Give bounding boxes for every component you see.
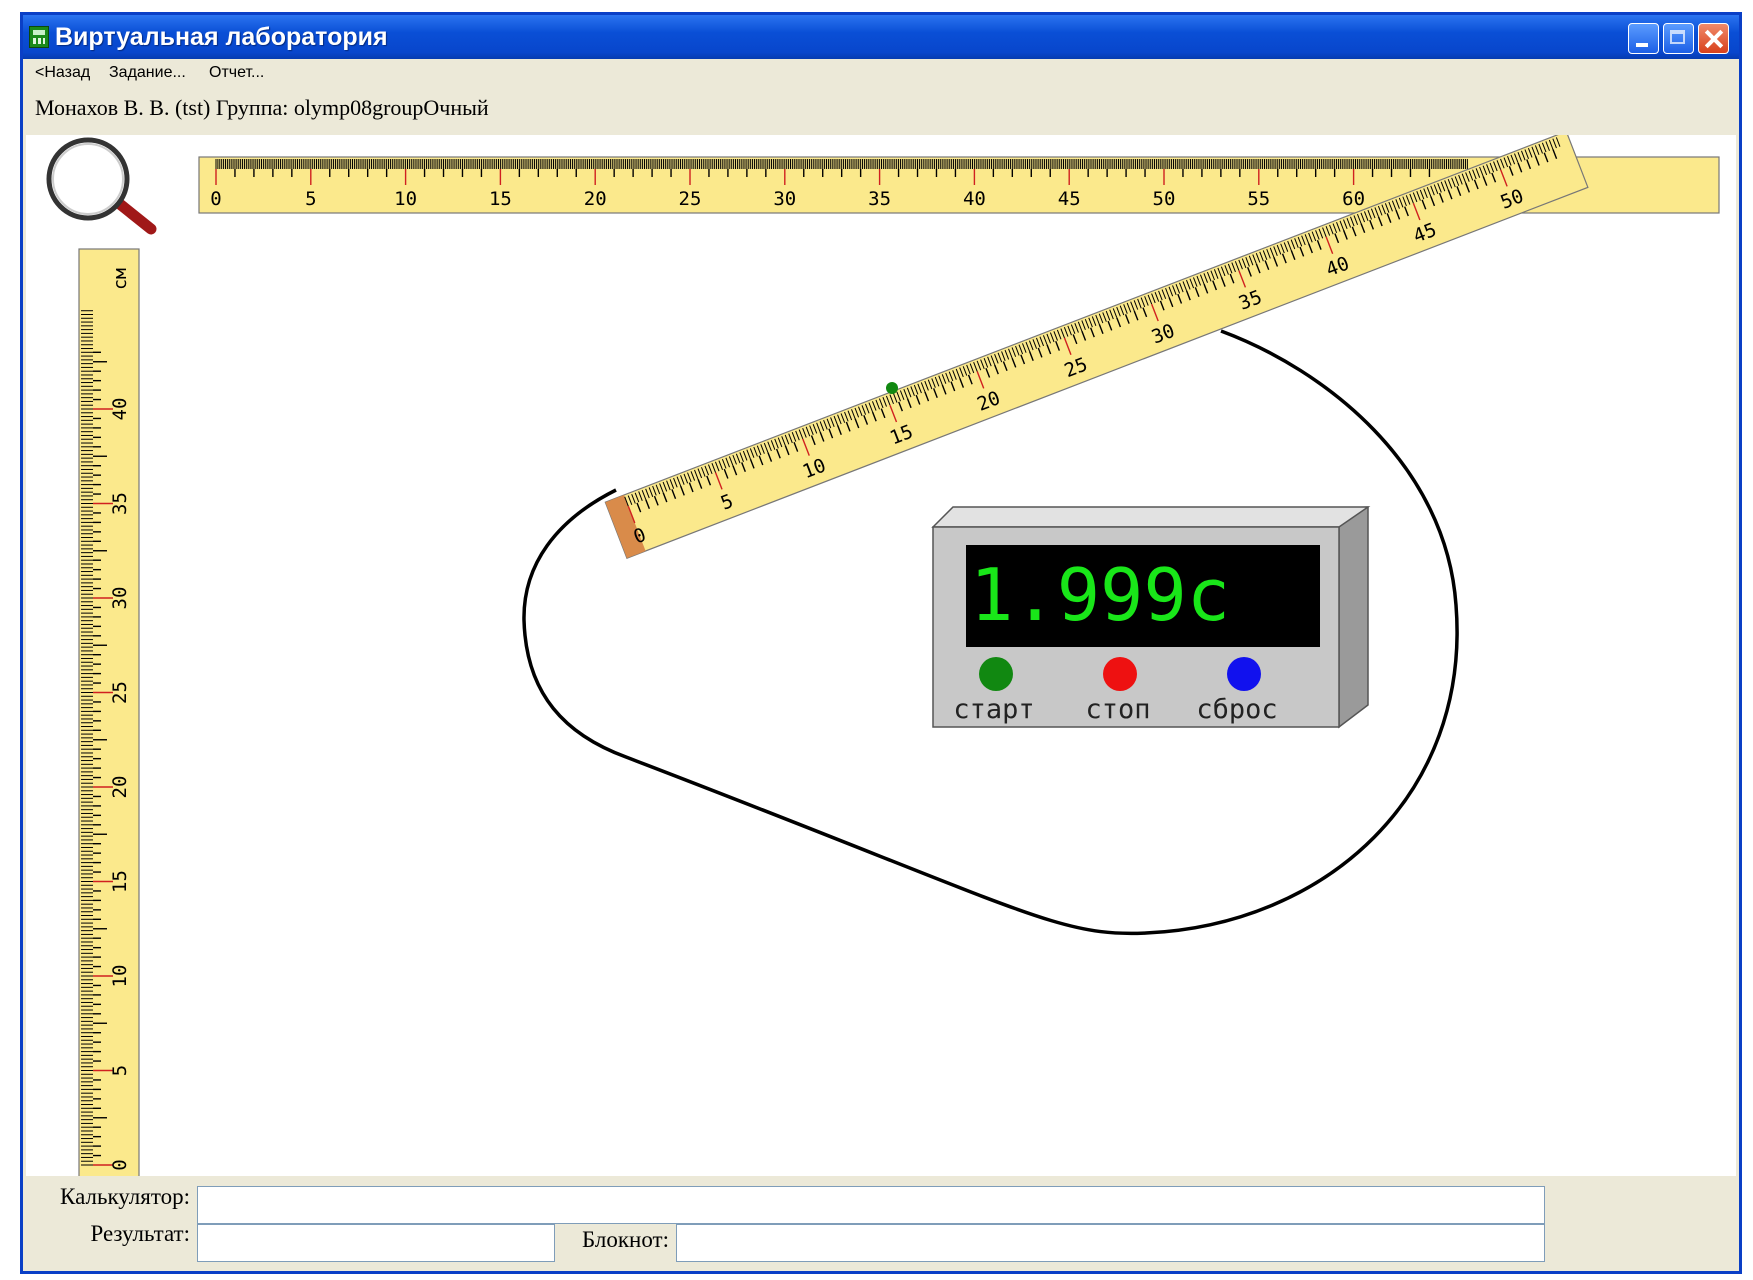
h-ruler-label: 60 <box>1342 188 1365 210</box>
calculator-input[interactable] <box>197 1186 1545 1224</box>
lab-canvas: 0 5 10 15 20 25 30 35 40 45 50 55 60 0 5 10 15 20 25 30 35 4… <box>26 135 1736 1176</box>
h-ruler-label: 5 <box>305 188 316 210</box>
v-ruler-label: 0 <box>109 1159 131 1170</box>
h-ruler-label: 20 <box>584 188 607 210</box>
lab-scene: 0 5 10 15 20 25 30 35 40 45 50 55 60 0 5 10 15 20 25 30 35 4… <box>46 135 1720 1176</box>
h-ruler-label: 10 <box>394 188 417 210</box>
result-field[interactable] <box>197 1224 555 1262</box>
h-ruler-label: 55 <box>1247 188 1270 210</box>
h-ruler-label: 45 <box>1058 188 1081 210</box>
calculator-label: Калькулятор: <box>60 1184 190 1209</box>
stopwatch-reading: 1.999с <box>970 553 1230 637</box>
user-info: Монахов В. В. (tst) Группа: olymp08group… <box>35 95 489 120</box>
notepad-input[interactable] <box>676 1224 1545 1262</box>
minimize-button[interactable] <box>1628 23 1659 54</box>
result-label: Результат: <box>90 1221 190 1246</box>
magnifier-icon[interactable] <box>46 137 157 235</box>
menu-back[interactable]: <Назад <box>35 64 90 82</box>
start-button[interactable] <box>979 657 1013 691</box>
title-bar[interactable]: Виртуальная лаборатория <box>23 15 1739 59</box>
h-ruler-label: 40 <box>963 188 986 210</box>
menu-report[interactable]: Отчет... <box>209 64 264 82</box>
v-ruler-label: 35 <box>109 492 131 515</box>
h-ruler-label: 25 <box>679 188 702 210</box>
vertical-ruler[interactable]: 0 5 10 15 20 25 30 35 40 см <box>78 248 140 1176</box>
v-ruler-label: 25 <box>109 681 131 704</box>
h-ruler-label: 35 <box>868 188 891 210</box>
stopwatch: 1.999с старт стоп сброс <box>931 506 1371 729</box>
menu-task[interactable]: Задание... <box>109 64 186 82</box>
v-ruler-unit: см <box>110 268 131 290</box>
reset-button[interactable] <box>1227 657 1261 691</box>
app-window: Виртуальная лаборатория <Назад Задание..… <box>20 12 1742 1274</box>
cart-marker[interactable] <box>886 382 898 394</box>
reset-label: сброс <box>1196 694 1277 725</box>
v-ruler-label: 40 <box>109 398 131 421</box>
stop-button[interactable] <box>1103 657 1137 691</box>
v-ruler-label: 5 <box>109 1065 131 1076</box>
v-ruler-label: 15 <box>109 870 131 893</box>
close-button[interactable] <box>1698 23 1729 54</box>
notepad-label: Блокнот: <box>581 1227 669 1252</box>
h-ruler-label: 0 <box>210 188 221 210</box>
window-title: Виртуальная лаборатория <box>55 23 388 51</box>
bottom-panel: Калькулятор: Результат: Блокнот: <box>23 1176 1739 1271</box>
v-ruler-label: 30 <box>109 587 131 610</box>
h-ruler-label: 15 <box>489 188 512 210</box>
app-icon <box>29 26 49 48</box>
menu-bar: <Назад Задание... Отчет... <box>23 59 1739 87</box>
maximize-button[interactable] <box>1663 23 1694 54</box>
start-label: старт <box>953 694 1034 725</box>
v-ruler-label: 20 <box>109 776 131 799</box>
stop-label: стоп <box>1085 694 1150 725</box>
stopwatch-top <box>931 506 1371 528</box>
stopwatch-side <box>1338 506 1369 729</box>
v-ruler-label: 10 <box>109 965 131 988</box>
h-ruler-label: 50 <box>1153 188 1176 210</box>
h-ruler-label: 30 <box>773 188 796 210</box>
